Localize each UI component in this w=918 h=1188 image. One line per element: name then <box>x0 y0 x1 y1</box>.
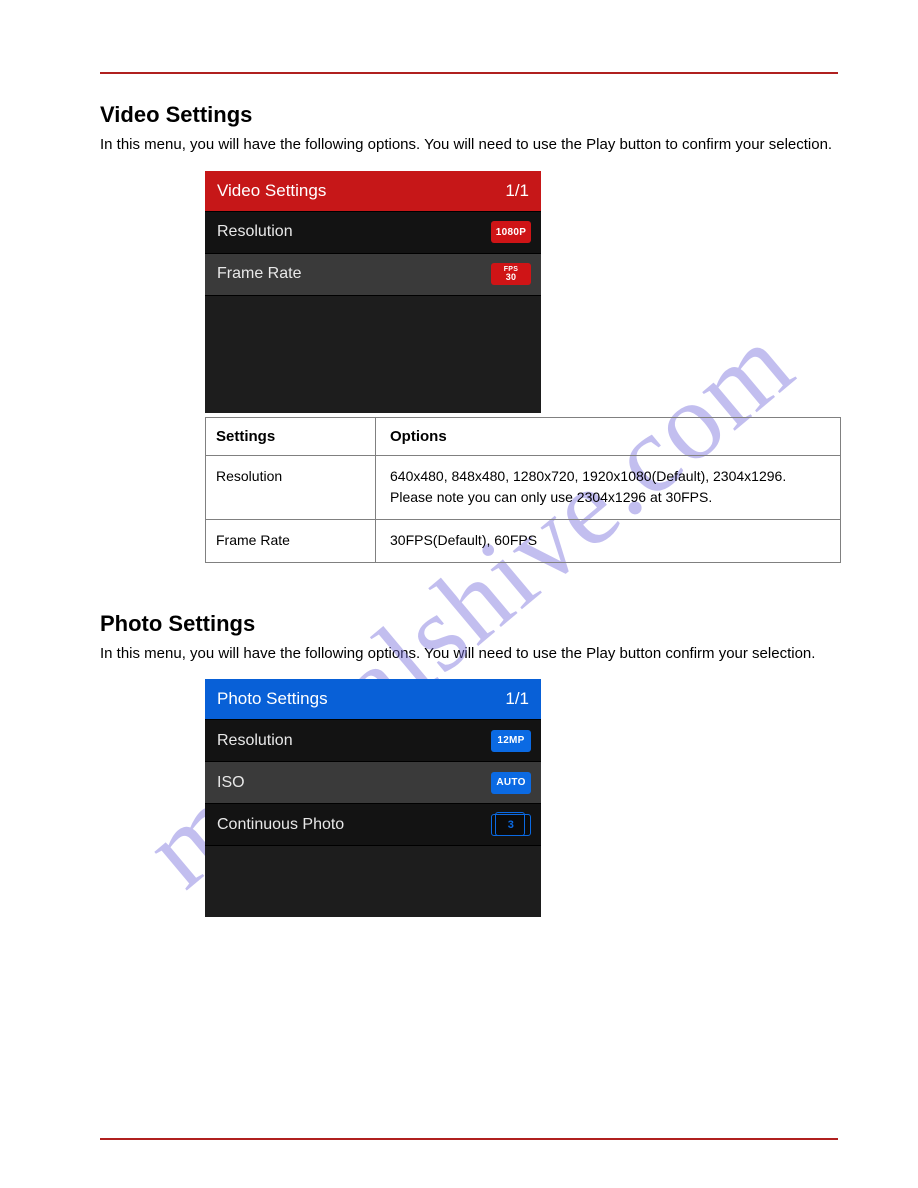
table-cell: 30FPS(Default), 60FPS <box>376 520 840 562</box>
photo-menu-row-resolution[interactable]: Resolution 12MP <box>205 719 541 761</box>
resolution-badge-icon: 1080P <box>491 221 531 243</box>
iso-badge-icon: AUTO <box>491 772 531 794</box>
video-menu-header-title: Video Settings <box>217 181 326 201</box>
photo-menu-header: Photo Settings 1/1 <box>205 679 541 719</box>
photo-menu-row-continuous[interactable]: Continuous Photo 3 <box>205 803 541 845</box>
section-title-photo: Photo Settings <box>100 611 838 637</box>
video-menu-header: Video Settings 1/1 <box>205 171 541 211</box>
section-intro-photo: In this menu, you will have the followin… <box>100 643 838 666</box>
menu-row-label: Resolution <box>217 223 293 241</box>
video-settings-section: Video Settings In this menu, you will ha… <box>100 102 838 563</box>
video-menu-empty-area <box>205 295 541 413</box>
photo-menu-header-title: Photo Settings <box>217 689 328 709</box>
photo-menu-page-indicator: 1/1 <box>505 689 529 709</box>
photo-menu-screenshot: Photo Settings 1/1 Resolution 12MP ISO A… <box>205 679 541 917</box>
resolution-badge-icon: 12MP <box>491 730 531 752</box>
section-intro-video: In this menu, you will have the followin… <box>100 134 838 157</box>
video-menu-page-indicator: 1/1 <box>505 181 529 201</box>
video-menu-row-framerate[interactable]: Frame Rate FPS 30 <box>205 253 541 295</box>
table-header-settings: Settings <box>206 418 376 455</box>
video-options-table: Settings Options Resolution 640x480, 848… <box>205 417 841 563</box>
table-cell: Frame Rate <box>206 520 376 562</box>
video-menu-row-resolution[interactable]: Resolution 1080P <box>205 211 541 253</box>
continuous-badge-icon: 3 <box>491 814 531 836</box>
menu-row-label: ISO <box>217 774 245 792</box>
menu-row-label: Frame Rate <box>217 265 301 283</box>
photo-menu-row-iso[interactable]: ISO AUTO <box>205 761 541 803</box>
table-cell: 640x480, 848x480, 1280x720, 1920x1080(De… <box>376 456 840 519</box>
menu-row-label: Resolution <box>217 732 293 750</box>
table-cell: Resolution <box>206 456 376 519</box>
section-title-video: Video Settings <box>100 102 838 128</box>
video-menu-screenshot: Video Settings 1/1 Resolution 1080P Fram… <box>205 171 541 413</box>
photo-settings-section: Photo Settings In this menu, you will ha… <box>100 611 838 918</box>
fps-badge-bottom: 30 <box>506 273 517 282</box>
fps-badge-icon: FPS 30 <box>491 263 531 285</box>
table-header-options: Options <box>376 418 840 455</box>
menu-row-label: Continuous Photo <box>217 816 344 834</box>
photo-menu-empty-area <box>205 845 541 917</box>
